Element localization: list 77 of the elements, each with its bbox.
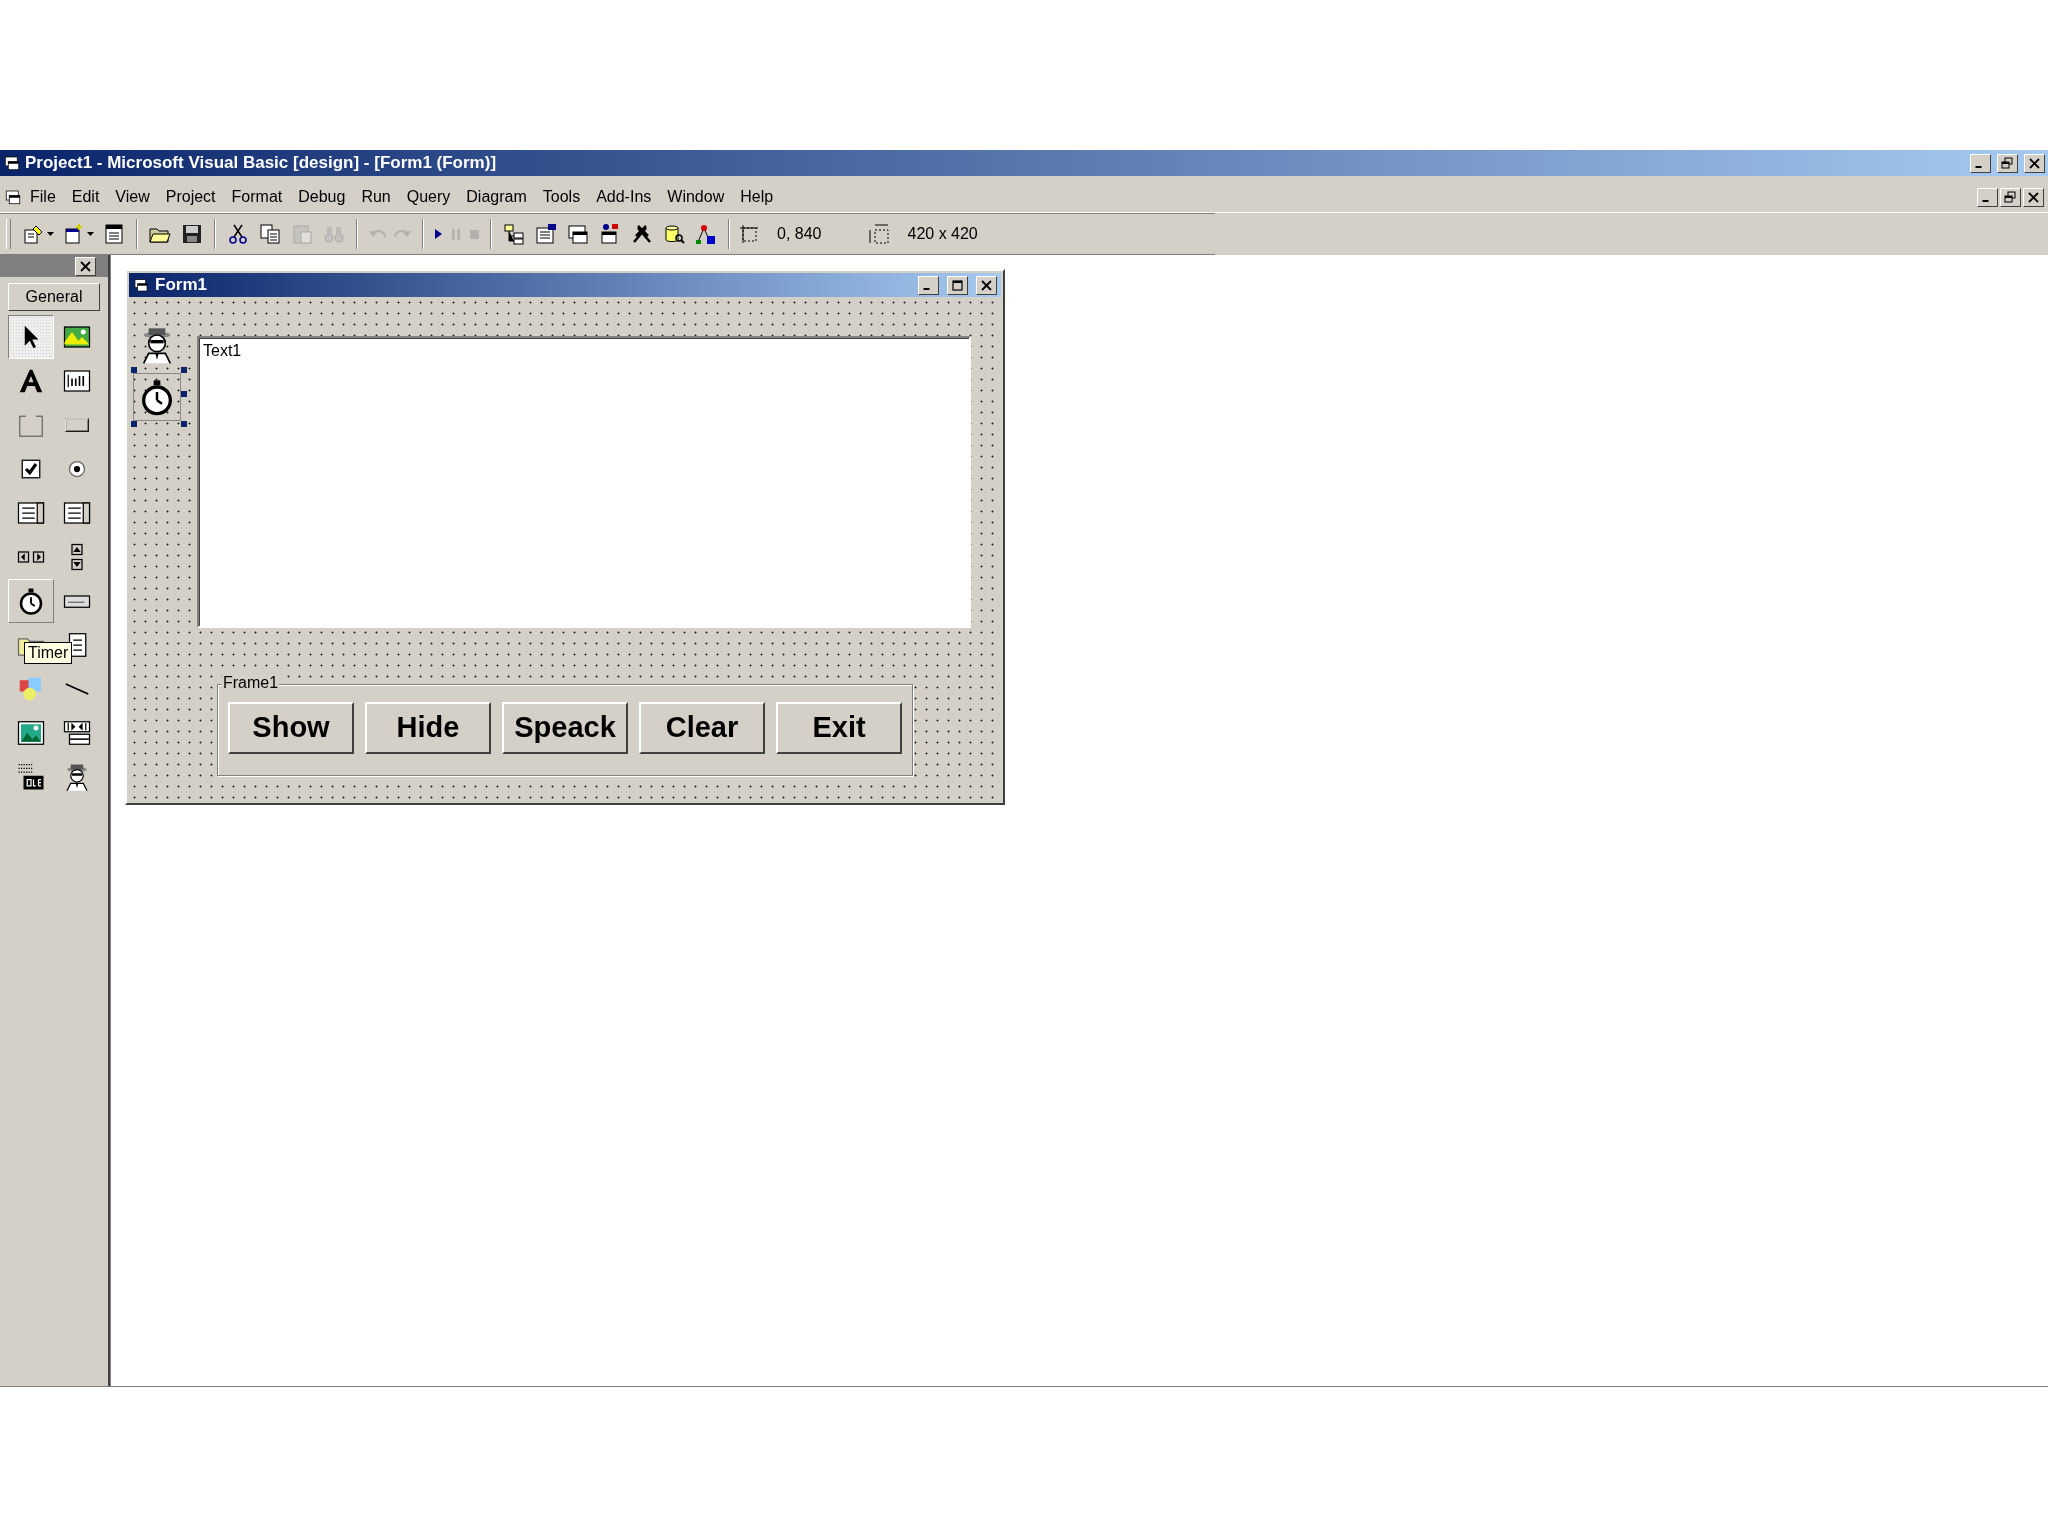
document-icon [4,188,22,206]
minimize-button[interactable] [1970,153,1991,173]
selection-handle[interactable] [181,421,187,427]
close-button[interactable] [976,275,997,295]
menu-item[interactable]: Edit [63,186,108,208]
pause-icon [451,227,461,241]
app-icon [3,154,21,172]
clipboard-icon [290,222,314,246]
menu-item[interactable]: Diagram [458,186,535,208]
minimize-button[interactable] [1977,187,1998,207]
toolbox-tool[interactable] [8,315,54,359]
minimize-icon [1982,199,1989,202]
stop-icon [469,228,480,240]
menu-editor-icon [102,222,126,246]
restore-icon [2003,190,2018,204]
close-icon [979,278,994,292]
image-icon [16,718,46,748]
close-icon [2026,190,2041,204]
selection-handle[interactable] [131,421,137,427]
menu-item[interactable]: Format [223,186,291,208]
form-control[interactable] [133,373,181,421]
window-title: Project1 - Microsoft Visual Basic [design] - [Form1 (Form)] [25,153,498,173]
size-icon [867,222,892,246]
restore-button[interactable] [2000,187,2021,207]
tooltip: Timer [24,642,73,664]
undo-icon [368,229,386,239]
menu-item[interactable]: Tools [534,186,589,208]
data-icon [62,718,92,748]
maximize-icon [950,278,965,292]
restore-button[interactable] [1997,153,2018,173]
close-icon [78,260,93,273]
minimize-icon [1975,165,1982,168]
menu-item[interactable]: Query [398,186,459,208]
selection-handle[interactable] [181,391,187,397]
command-button[interactable]: Exit [776,701,902,754]
project-tree-icon [502,222,526,246]
scissors-icon [226,222,250,246]
selection-handle[interactable] [131,367,137,373]
text-box[interactable]: Text1 [197,336,971,628]
form-layout-icon [566,222,590,246]
copy-icon [258,222,282,246]
menu-item[interactable]: File [22,186,64,208]
minimize-icon [923,287,930,290]
menu-item[interactable]: Add-Ins [588,186,660,208]
menu-item[interactable]: Run [353,186,399,208]
position-icon [737,222,761,246]
redo-icon [394,229,412,239]
play-icon [434,228,443,240]
position-readout: 0, 840 [777,225,822,243]
menu-item[interactable]: Window [659,186,733,208]
close-button[interactable] [75,257,96,276]
command-button[interactable]: Speack [502,701,628,754]
caret-icon[interactable] [47,232,54,236]
menu-item[interactable]: Debug [290,186,354,208]
floppy-icon [180,222,204,246]
restore-icon [2000,156,2015,170]
close-icon [2027,156,2042,170]
properties-icon [534,222,558,246]
caret-icon[interactable] [87,232,94,236]
components-icon [694,222,718,246]
command-button[interactable]: Show [228,701,354,754]
command-button[interactable]: Clear [639,701,765,754]
command-button[interactable]: Hide [365,701,491,754]
menu-item[interactable]: Project [157,186,224,208]
form-icon [133,277,149,293]
database-icon [662,222,686,246]
close-button[interactable] [2024,153,2045,173]
ole-icon [16,762,46,792]
toolbox-tab[interactable]: General [8,283,100,311]
menu-item[interactable]: View [107,186,158,208]
selection-handle[interactable] [181,367,187,373]
maximize-button[interactable] [947,275,968,295]
form-title: Form1 [155,275,208,295]
minimize-button[interactable] [918,275,939,295]
close-button[interactable] [2023,187,2044,207]
menu-item[interactable]: Help [732,186,782,208]
size-readout: 420 x 420 [907,225,978,243]
